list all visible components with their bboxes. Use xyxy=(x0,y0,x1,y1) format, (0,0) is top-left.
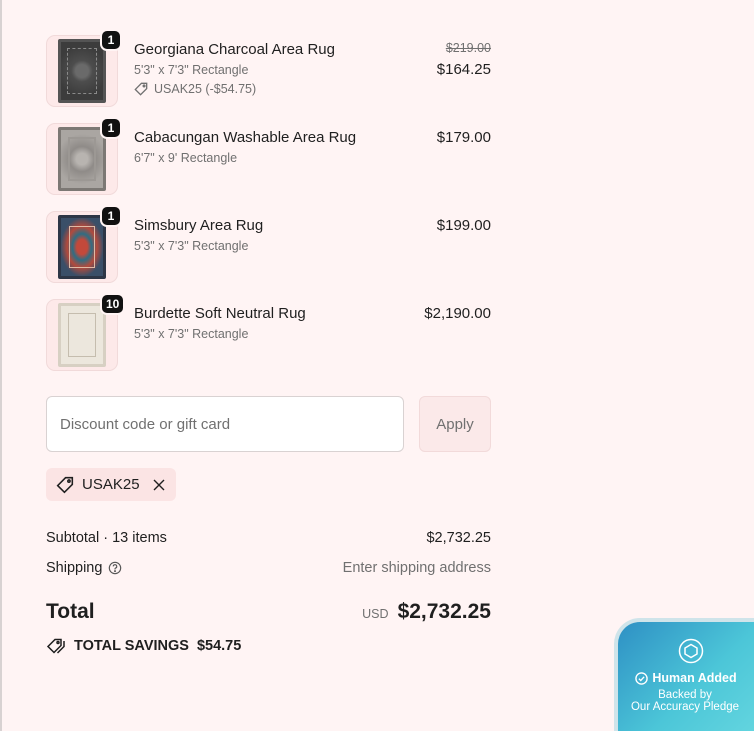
currency-code: USD xyxy=(362,607,389,621)
tag-icon xyxy=(134,82,148,96)
subtotal-label: Subtotal · 13 items xyxy=(46,530,167,546)
badge-line2: Our Accuracy Pledge xyxy=(630,701,740,713)
badge-line1: Backed by xyxy=(658,689,712,701)
shield-icon xyxy=(678,638,704,664)
help-circle-icon[interactable] xyxy=(108,561,122,575)
shipping-label: Shipping xyxy=(46,560,103,576)
product-price: $164.25 xyxy=(436,61,491,78)
applied-code: USAK25 xyxy=(82,476,140,493)
line-item: 1 Simsbury Area Rug 5'3" x 7'3" Rectangl… xyxy=(46,205,492,294)
check-circle-icon xyxy=(635,671,649,685)
product-name: Cabacungan Washable Area Rug xyxy=(134,129,357,146)
product-price: $2,190.00 xyxy=(424,305,491,322)
discount-code-input[interactable] xyxy=(46,396,404,452)
discount-form: Apply xyxy=(46,396,491,452)
rug-image xyxy=(58,215,106,279)
product-name: Georgiana Charcoal Area Rug xyxy=(134,41,335,58)
total-savings: TOTAL SAVINGS $54.75 xyxy=(46,637,241,655)
product-variant: 5'3" x 7'3" Rectangle xyxy=(134,327,249,341)
item-discount: USAK25 (-$54.75) xyxy=(134,81,335,97)
product-name: Burdette Soft Neutral Rug xyxy=(134,305,306,322)
product-variant: 6'7" x 9' Rectangle xyxy=(134,151,238,165)
savings-label: TOTAL SAVINGS xyxy=(74,638,189,654)
original-price: $219.00 xyxy=(445,41,491,55)
total-row: Total USD $2,732.25 xyxy=(46,600,491,624)
double-tag-icon xyxy=(46,638,65,654)
subtotal-value: $2,732.25 xyxy=(426,530,491,546)
line-item: 1 Cabacungan Washable Area Rug 6'7" x 9'… xyxy=(46,117,492,206)
total-label: Total xyxy=(46,600,95,623)
product-name: Simsbury Area Rug xyxy=(134,217,264,234)
total-value: $2,732.25 xyxy=(397,600,491,623)
product-price: $199.00 xyxy=(436,217,491,234)
line-items: 1 Georgiana Charcoal Area Rug 5'3" x 7'3… xyxy=(46,29,492,382)
rug-image xyxy=(58,39,106,103)
savings-value: $54.75 xyxy=(196,638,242,654)
applied-discount-chip: USAK25 xyxy=(46,468,176,501)
product-variant: 5'3" x 7'3" Rectangle xyxy=(134,63,249,77)
quantity-badge: 1 xyxy=(100,117,122,139)
shipping-value: Enter shipping address xyxy=(342,560,491,576)
quantity-badge: 1 xyxy=(100,29,122,51)
accuracy-pledge-badge[interactable]: Human Added Backed by Our Accuracy Pledg… xyxy=(614,618,754,731)
close-icon xyxy=(153,479,165,490)
order-summary: Subtotal · 13 items $2,732.25 Shipping E… xyxy=(46,528,491,588)
line-item: 10 Burdette Soft Neutral Rug 5'3" x 7'3"… xyxy=(46,293,492,382)
line-item: 1 Georgiana Charcoal Area Rug 5'3" x 7'3… xyxy=(46,29,492,118)
item-discount-text: USAK25 (-$54.75) xyxy=(154,82,257,96)
apply-button[interactable]: Apply xyxy=(419,396,491,452)
rug-image xyxy=(58,303,106,367)
remove-discount-button[interactable] xyxy=(152,478,166,492)
quantity-badge: 1 xyxy=(100,205,122,227)
tag-icon xyxy=(56,476,74,493)
product-variant: 5'3" x 7'3" Rectangle xyxy=(134,239,249,253)
product-price: $179.00 xyxy=(436,129,491,146)
quantity-badge: 10 xyxy=(100,293,126,315)
rug-image xyxy=(58,127,106,191)
badge-title: Human Added xyxy=(652,671,737,685)
